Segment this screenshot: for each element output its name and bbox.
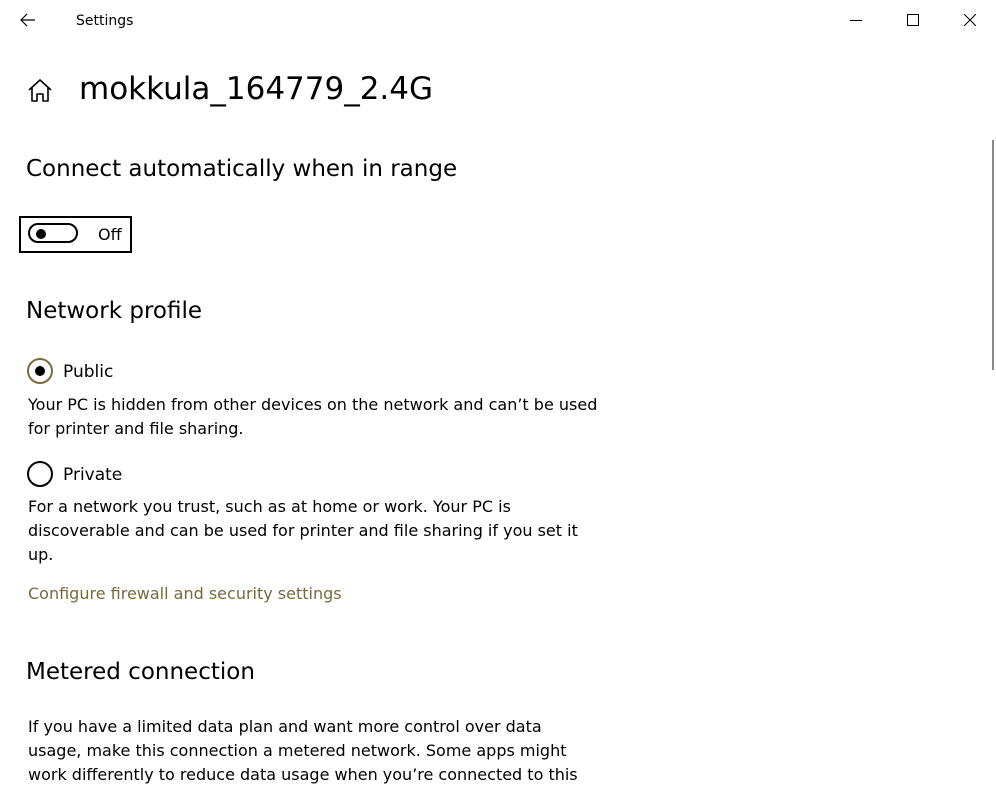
auto-connect-heading: Connect automatically when in range [26, 156, 458, 182]
public-radio[interactable] [27, 358, 53, 384]
private-description: For a network you trust, such as at home… [28, 497, 578, 564]
settings-window: Settings mokkula_164779_2.4G Connect aut… [0, 0, 996, 785]
private-radio-label[interactable]: Private [63, 464, 122, 486]
auto-connect-toggle[interactable]: Off [19, 216, 132, 253]
radio-dot [35, 366, 45, 376]
toggle-knob [36, 229, 46, 239]
public-description: Your PC is hidden from other devices on … [28, 395, 598, 438]
public-radio-label[interactable]: Public [63, 361, 113, 383]
app-title: Settings [76, 13, 134, 29]
back-button[interactable] [10, 4, 46, 36]
vertical-scrollbar[interactable] [992, 140, 994, 370]
maximize-icon [906, 14, 919, 26]
close-icon [963, 14, 976, 26]
metered-connection-heading: Metered connection [26, 659, 255, 685]
title-bar: Settings [0, 0, 996, 40]
back-arrow-icon [20, 13, 35, 27]
page-title: mokkula_164779_2.4G [79, 71, 434, 107]
minimize-button[interactable] [827, 0, 884, 40]
network-profile-heading: Network profile [26, 298, 202, 324]
maximize-button[interactable] [884, 0, 941, 40]
toggle-state-label: Off [98, 225, 122, 244]
toggle-track [28, 223, 78, 243]
home-icon[interactable] [27, 78, 53, 104]
metered-description: If you have a limited data plan and want… [28, 717, 578, 784]
close-button[interactable] [941, 0, 996, 40]
private-radio[interactable] [27, 461, 53, 487]
firewall-settings-link[interactable]: Configure firewall and security settings [28, 582, 342, 606]
minimize-icon [849, 20, 862, 21]
